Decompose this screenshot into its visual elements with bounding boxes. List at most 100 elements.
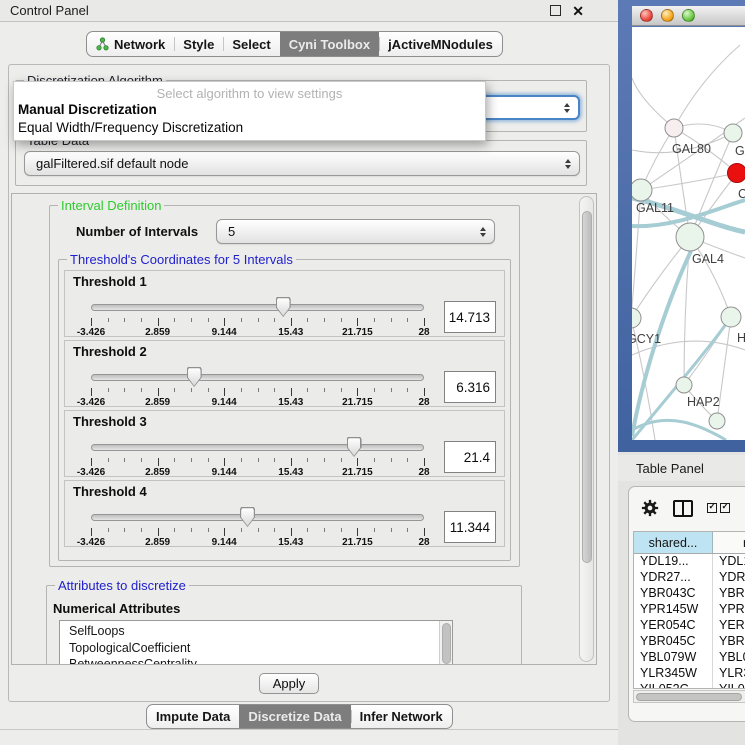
attribute-item[interactable]: TopologicalCoefficient — [60, 640, 452, 657]
gear-icon[interactable] — [641, 499, 659, 517]
table-horizontal-scrollbar[interactable] — [633, 690, 745, 703]
node-label: HAP2 — [687, 395, 720, 409]
tick-label: -3.426 — [77, 467, 105, 478]
slider-track[interactable] — [91, 374, 424, 381]
tab-select[interactable]: Select — [223, 32, 279, 56]
slider-tick — [158, 388, 159, 396]
tick-label: 21.715 — [342, 467, 373, 478]
tab-impute-data[interactable]: Impute Data — [147, 705, 239, 728]
close-panel-icon[interactable]: ✕ — [572, 5, 584, 17]
list-scrollbar-thumb[interactable] — [442, 623, 451, 664]
slider-handle[interactable] — [347, 437, 362, 457]
network-node-gal80[interactable] — [665, 119, 683, 137]
network-node[interactable] — [709, 413, 725, 429]
network-node-gal4[interactable] — [676, 223, 704, 251]
zoom-window-icon[interactable] — [682, 9, 695, 22]
slider-tick — [424, 528, 425, 536]
cell-shared-name: YBL079W — [634, 650, 713, 666]
threshold-value-field[interactable]: 14.713 — [444, 301, 496, 333]
network-window-titlebar[interactable] — [632, 6, 745, 26]
table-row[interactable]: YBR043CYBR0 — [634, 586, 745, 602]
tick-label: 21.715 — [342, 537, 373, 548]
slider-tick — [407, 388, 408, 392]
checkbox-icon[interactable] — [720, 503, 730, 513]
attribute-item[interactable]: SelfLoops — [60, 623, 452, 640]
close-window-icon[interactable] — [640, 9, 653, 22]
slider-tick — [208, 318, 209, 322]
tick-label: 28 — [418, 537, 429, 548]
slider-tick — [274, 318, 275, 322]
table-row[interactable]: YPR145WYPR1 — [634, 602, 745, 618]
threshold-value-field[interactable]: 6.316 — [444, 371, 496, 403]
tick-label: 21.715 — [342, 397, 373, 408]
slider-handle[interactable] — [276, 297, 291, 317]
slider-tick — [307, 458, 308, 462]
slider-tick — [424, 458, 425, 466]
slider-tick — [324, 388, 325, 392]
minimize-window-icon[interactable] — [661, 9, 674, 22]
column-view-icon[interactable] — [673, 500, 693, 517]
threshold-label: Threshold 2 — [73, 344, 147, 359]
slider-tick — [274, 458, 275, 462]
tab-jactivemnodules[interactable]: jActiveMNodules — [379, 32, 502, 56]
table-row[interactable]: YER054CYER0 — [634, 618, 745, 634]
slider-track[interactable] — [91, 444, 424, 451]
threshold-value-field[interactable]: 11.344 — [444, 511, 496, 543]
column-header-shared-name[interactable]: shared... — [634, 532, 713, 553]
table-data-combobox[interactable]: galFiltered.sif default node — [24, 151, 580, 176]
table-row[interactable]: YBR045CYBR0 — [634, 634, 745, 650]
network-node-c[interactable] — [728, 164, 745, 183]
slider-handle[interactable] — [240, 507, 255, 527]
tab-network[interactable]: Network — [87, 32, 174, 56]
vertical-scrollbar[interactable] — [579, 196, 594, 662]
algorithm-option-manual-discretization[interactable]: Manual Discretization — [14, 101, 485, 119]
table-row[interactable]: YLR345WYLR3 — [634, 666, 745, 682]
threshold-value-field[interactable]: 21.4 — [444, 441, 496, 473]
table-hscroll-thumb[interactable] — [636, 693, 742, 701]
tab-cyni-toolbox[interactable]: Cyni Toolbox — [280, 32, 379, 56]
table-row[interactable]: YIL052CYIL0 — [634, 682, 745, 689]
network-node-h[interactable] — [721, 307, 741, 327]
table-row[interactable]: YBL079WYBL0 — [634, 650, 745, 666]
number-of-intervals-combobox[interactable]: 5 — [216, 219, 495, 244]
slider-tick — [191, 318, 192, 322]
tab-infer-network[interactable]: Infer Network — [351, 705, 452, 728]
list-scrollbar[interactable] — [439, 621, 452, 665]
cyni-toolbox-panel: Discretization Algorithm Table Data galF… — [8, 64, 610, 702]
tab-label: Network — [114, 37, 165, 52]
slider-track[interactable] — [91, 304, 424, 311]
cell-name: YDR2 — [713, 570, 745, 586]
slider-tick — [208, 528, 209, 532]
network-node-gal11[interactable] — [632, 179, 652, 201]
slider-track[interactable] — [91, 514, 424, 521]
network-edge[interactable] — [632, 78, 674, 128]
table-row[interactable]: YDL19...YDL1 — [634, 554, 745, 570]
network-node-ga[interactable] — [724, 124, 742, 142]
apply-button[interactable]: Apply — [259, 673, 319, 694]
tab-style[interactable]: Style — [174, 32, 223, 56]
cell-name: YLR3 — [713, 666, 745, 682]
slider-tick — [391, 528, 392, 532]
network-edge[interactable] — [674, 45, 740, 128]
attribute-item[interactable]: BetweennessCentrality — [60, 656, 452, 665]
network-node-hap2[interactable] — [676, 377, 692, 393]
table-row[interactable]: YDR27...YDR2 — [634, 570, 745, 586]
threshold-box-3: Threshold 3-3.4262.8599.14415.4321.71528… — [64, 410, 505, 477]
network-canvas[interactable]: GAL80GACGAL11GAL4GCY1HHAP2 — [632, 27, 745, 440]
control-panel: Control Panel ✕ NetworkStyleSelectCyni T… — [0, 0, 618, 745]
attributes-fieldset: Attributes to discretize Numerical Attri… — [46, 585, 522, 665]
tab-discretize-data[interactable]: Discretize Data — [239, 705, 350, 728]
algorithm-option-equal-width-frequency[interactable]: Equal Width/Frequency Discretization — [14, 119, 485, 137]
float-panel-icon[interactable] — [550, 5, 561, 16]
network-edge[interactable] — [641, 173, 737, 190]
vertical-scrollbar-thumb[interactable] — [582, 211, 592, 563]
tab-label: Discretize Data — [248, 709, 341, 724]
spinner-arrows-icon — [564, 103, 570, 113]
tick-label: 15.43 — [278, 537, 303, 548]
numerical-attributes-title: Numerical Attributes — [53, 601, 180, 616]
network-node-gcy1[interactable] — [632, 308, 641, 328]
checkbox-icon[interactable] — [707, 503, 717, 513]
cell-shared-name: YER054C — [634, 618, 713, 634]
slider-handle[interactable] — [187, 367, 202, 387]
column-header-name[interactable]: n — [713, 532, 745, 553]
